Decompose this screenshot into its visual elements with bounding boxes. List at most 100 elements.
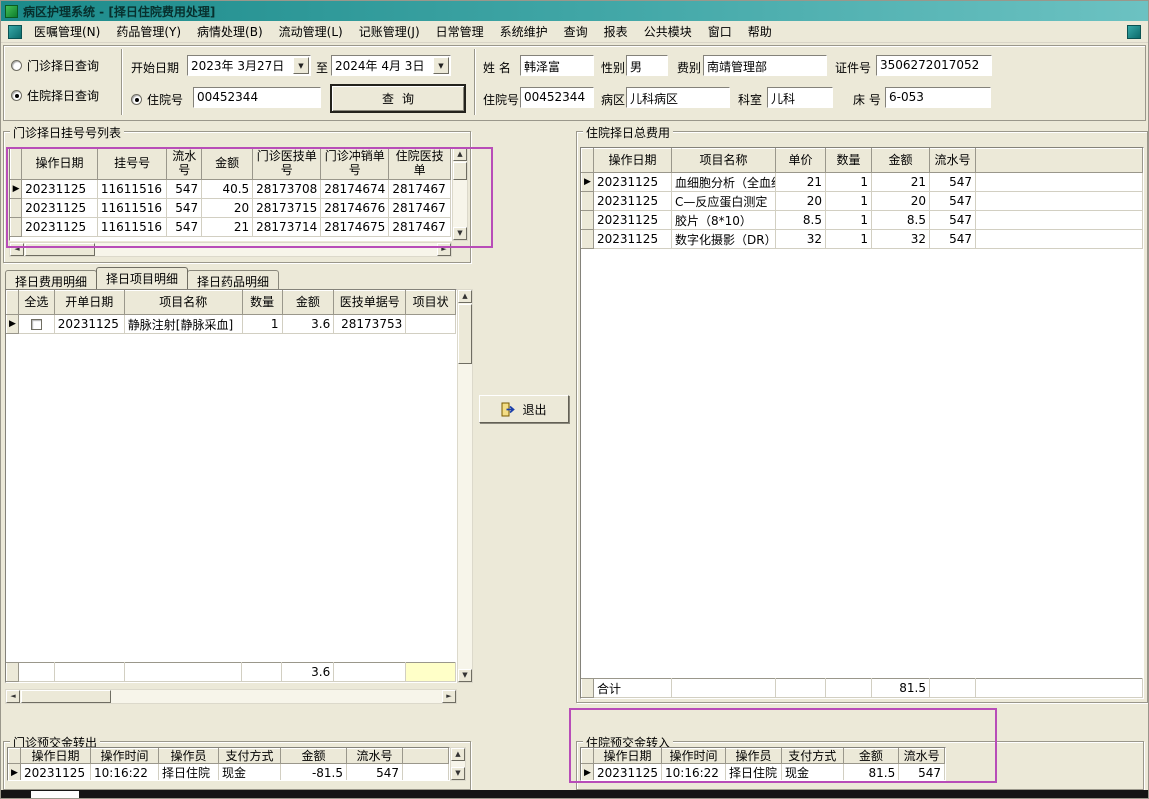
column-header[interactable]: 操作日期 (592, 748, 663, 764)
column-header[interactable]: 单价 (775, 148, 826, 173)
cell[interactable] (17, 314, 55, 334)
cell[interactable]: 28174675 (320, 216, 390, 237)
cell[interactable]: 现金 (780, 763, 844, 780)
menu-item[interactable]: 报表 (596, 20, 636, 43)
cell[interactable]: 11611516 (96, 197, 168, 218)
column-header[interactable]: 项目状 (405, 290, 456, 315)
admission-field[interactable]: 00452344 (520, 87, 594, 108)
tab-fee-detail[interactable]: 择日费用明细 (5, 270, 98, 289)
vertical-scrollbar[interactable]: ▲ ▼ (457, 289, 473, 683)
cell[interactable]: 28173753 (333, 314, 407, 334)
column-header[interactable]: 流水号 (898, 748, 945, 764)
radio-inpatient-query[interactable]: 住院择日查询 (11, 87, 99, 104)
cell[interactable]: 20231125 (593, 229, 672, 249)
id-number-field[interactable]: 3506272017052 (876, 55, 992, 76)
scroll-down-icon[interactable]: ▼ (453, 227, 467, 240)
menu-item[interactable]: 公共模块 (636, 20, 700, 43)
menu-item[interactable]: 查询 (556, 20, 596, 43)
scroll-right-icon[interactable]: ► (442, 690, 456, 703)
exit-button[interactable]: 退出 (479, 395, 569, 423)
table-row[interactable]: 20231125 11611516 547 20 28173715 28174676 281… (10, 197, 451, 218)
radio-admission-no[interactable]: 住院号 (131, 91, 183, 108)
column-header[interactable]: 操作日期 (593, 148, 672, 173)
column-header[interactable]: 操作时间 (90, 748, 159, 764)
column-header[interactable]: 流水号 (166, 148, 203, 180)
cell[interactable]: 10:16:22 (90, 763, 159, 780)
ward-field[interactable]: 儿科病区 (626, 87, 730, 108)
cell[interactable]: 40.5 (201, 178, 254, 199)
cell[interactable]: C—反应蛋白测定（ (671, 191, 776, 211)
column-header[interactable]: 支付方式 (780, 748, 844, 764)
cell[interactable]: 2817467 (388, 197, 451, 218)
scroll-down-icon[interactable]: ▼ (458, 669, 472, 682)
vertical-scrollbar[interactable]: ▲ ▼ (450, 747, 466, 781)
cell[interactable]: 28173708 (252, 178, 322, 199)
table-row[interactable]: ▶ 20231125 10:16:22 择日住院 现金 -81.5 547 (8, 763, 449, 780)
table-row[interactable]: ▶ 20231125 静脉注射[静脉采血] 1 3.6 28173753 (6, 314, 456, 334)
cell[interactable]: 2817467 (388, 178, 451, 199)
menu-item[interactable]: 病情处理(B) (189, 20, 271, 43)
cell[interactable]: 1 (825, 191, 872, 211)
column-header[interactable]: 流水号 (929, 148, 976, 173)
cell[interactable]: 547 (929, 210, 976, 230)
scrollbar-thumb[interactable] (458, 304, 472, 364)
column-header[interactable]: 金额 (201, 148, 254, 180)
cell[interactable]: 21 (775, 172, 826, 192)
cell[interactable]: 20 (775, 191, 826, 211)
cell[interactable]: 10:16:22 (661, 763, 726, 780)
cell[interactable]: 胶片（8*10） (671, 210, 776, 230)
tab-item-detail[interactable]: 择日项目明细 (96, 267, 189, 289)
menu-item[interactable]: 系统维护 (492, 20, 556, 43)
cell[interactable]: 20 (871, 191, 930, 211)
cell[interactable]: 现金 (218, 763, 281, 780)
scroll-up-icon[interactable]: ▲ (451, 748, 465, 761)
scroll-up-icon[interactable]: ▲ (458, 290, 472, 303)
column-header[interactable]: 金额 (871, 148, 930, 173)
scroll-left-icon[interactable]: ◄ (10, 243, 24, 256)
column-header[interactable]: 操作日期 (20, 748, 91, 764)
cell[interactable]: 8.5 (775, 210, 826, 230)
horizontal-scrollbar[interactable]: ◄ ► (9, 242, 452, 257)
cell[interactable]: 11611516 (96, 216, 168, 237)
cell[interactable]: 20231125 (21, 216, 98, 237)
cell[interactable]: 547 (346, 763, 403, 780)
column-header[interactable]: 流水号 (346, 748, 403, 764)
column-header[interactable]: 数量 (241, 290, 283, 315)
column-header[interactable]: 项目名称 (123, 290, 243, 315)
admission-no-input[interactable]: 00452344 (193, 87, 321, 108)
column-header[interactable]: 门诊冲销单号 (320, 148, 390, 180)
column-header[interactable]: 医技单据号 (333, 290, 407, 315)
column-header[interactable]: 操作时间 (661, 748, 726, 764)
menu-item[interactable]: 帮助 (740, 20, 780, 43)
column-header[interactable]: 项目名称 (671, 148, 776, 173)
scroll-down-icon[interactable]: ▼ (451, 767, 465, 780)
mdi-child-icon[interactable] (8, 24, 22, 39)
cell[interactable]: 8.5 (871, 210, 930, 230)
cell[interactable]: 20231125 (21, 197, 98, 218)
cell[interactable]: 81.5 (842, 763, 900, 780)
cell[interactable]: 28174674 (320, 178, 390, 199)
vertical-scrollbar[interactable]: ▲ ▼ (452, 147, 468, 241)
cell[interactable]: 20231125 (20, 763, 91, 780)
column-header[interactable]: 住院医技单 (388, 148, 451, 180)
fee-type-field[interactable]: 南靖管理部 (703, 55, 827, 76)
column-header[interactable]: 操作日期 (21, 148, 98, 180)
cell[interactable]: 3.6 (281, 314, 335, 334)
cell[interactable]: 28173714 (252, 216, 322, 237)
cell[interactable]: 血细胞分析（全血细 (671, 172, 776, 192)
table-row[interactable]: 20231125 数字化摄影（DR） 32 1 32 547 (581, 229, 1143, 249)
column-header[interactable]: 开单日期 (53, 290, 125, 315)
cell[interactable]: 547 (929, 229, 976, 249)
start-date-select[interactable]: 2023年 3月27日 ▼ (187, 55, 311, 76)
column-header[interactable]: 金额 (281, 290, 335, 315)
column-header[interactable]: 金额 (842, 748, 900, 764)
scrollbar-thumb[interactable] (25, 243, 95, 256)
cell[interactable]: 20231125 (593, 172, 672, 192)
cell[interactable]: 2817467 (388, 216, 451, 237)
cell[interactable]: 20231125 (592, 763, 663, 780)
column-header[interactable]: 操作员 (158, 748, 219, 764)
cell[interactable]: 28174676 (320, 197, 390, 218)
column-header[interactable]: 数量 (825, 148, 872, 173)
cell[interactable]: 21 (201, 216, 254, 237)
cell[interactable]: -81.5 (280, 763, 347, 780)
